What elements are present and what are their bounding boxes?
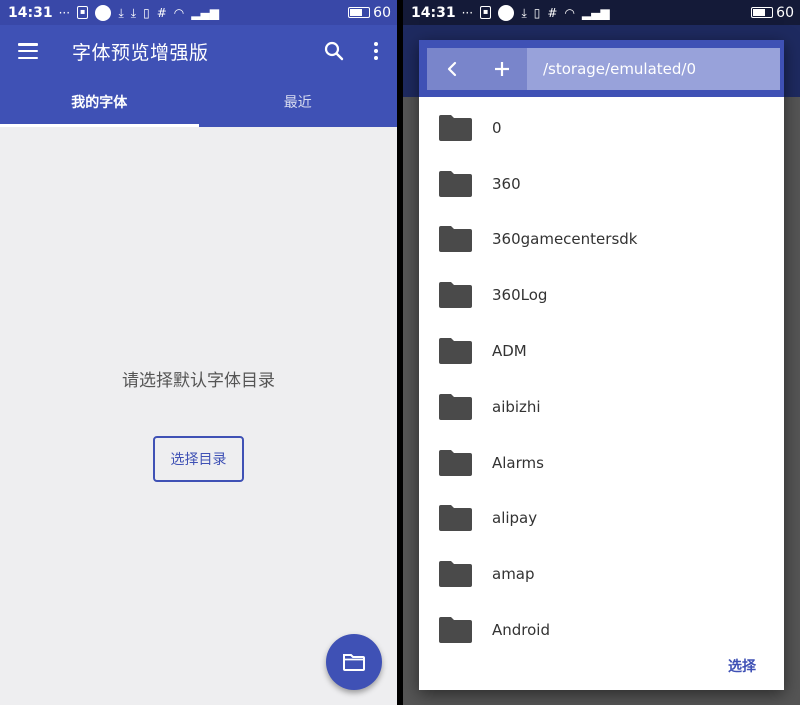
tab-label: 最近 [283, 95, 312, 111]
notification-dot-icon [498, 4, 515, 21]
app-bar: 字体预览增强版 [0, 25, 397, 77]
folder-icon [439, 561, 472, 588]
hash-icon: # [547, 5, 558, 20]
folder-item[interactable]: ADM [419, 323, 784, 379]
folder-icon [343, 654, 365, 671]
more-options-button[interactable] [355, 25, 397, 77]
folder-name: 360Log [492, 286, 548, 305]
notification-dot-icon [95, 4, 112, 21]
battery-indicator: 60 [348, 5, 391, 21]
battery-icon [751, 7, 774, 18]
download-icon: ⤓ [130, 5, 137, 20]
folder-name: 360gamecentersdk [492, 230, 638, 249]
tab-my-fonts[interactable]: 我的字体 [0, 77, 199, 127]
select-button[interactable]: 选择 [728, 656, 756, 676]
battery-level: 60 [776, 4, 794, 21]
open-folder-fab[interactable] [326, 634, 382, 690]
tab-recent[interactable]: 最近 [199, 77, 398, 127]
font-preview-screen: 14:31 ··· ▪ ⤓ ⤓ ▯ # ◠ ▂▄▆ 60 字体预览增强版 我的字… [0, 0, 397, 705]
more-notifications-icon: ··· [58, 5, 71, 20]
dialog-nav-buttons [427, 48, 527, 90]
plus-icon [495, 62, 509, 76]
folder-name: Android [492, 621, 550, 640]
status-bar: 14:31 ··· ▪ ⤓ ▯ # ◠ ▂▄▆ 60 [403, 0, 800, 25]
notification-badge-icon: ▪ [77, 6, 89, 19]
menu-button[interactable] [0, 25, 56, 77]
folder-item[interactable]: amap [419, 546, 784, 602]
signal-icon: ▂▄▆ [191, 5, 219, 20]
more-vert-icon [374, 42, 378, 60]
search-button[interactable] [313, 25, 355, 77]
dialog-toolbar: /storage/emulated/0 [427, 48, 780, 90]
current-path: /storage/emulated/0 [527, 48, 780, 90]
folder-icon [439, 170, 472, 197]
empty-state-message: 请选择默认字体目录 [122, 371, 275, 391]
folder-item[interactable]: 360Log [419, 267, 784, 323]
dialog-header: /storage/emulated/0 [419, 40, 784, 97]
folder-name: Alarms [492, 453, 544, 472]
folder-list: 0 360 360gamecentersdk 360Log ADM aibizhi Alar… [419, 100, 784, 658]
tab-bar: 我的字体 最近 [0, 77, 397, 127]
folder-name: alipay [492, 509, 538, 528]
notification-badge-icon: ▪ [480, 6, 492, 19]
more-notifications-icon: ··· [461, 5, 474, 20]
folder-icon [439, 114, 472, 141]
battery-level: 60 [373, 4, 391, 21]
vibrate-icon: ▯ [533, 5, 541, 20]
search-icon [324, 41, 344, 61]
folder-picker-dialog: /storage/emulated/0 0 360 360gamecentersdk… [419, 40, 784, 690]
status-time: 14:31 [411, 4, 456, 21]
app-title: 字体预览增强版 [72, 41, 209, 64]
folder-item[interactable]: 360gamecentersdk [419, 212, 784, 268]
new-folder-button[interactable] [477, 48, 527, 90]
folder-item[interactable]: Android [419, 602, 784, 658]
folder-icon [439, 505, 472, 532]
folder-icon [439, 226, 472, 253]
folder-name: aibizhi [492, 397, 541, 416]
folder-item[interactable]: 0 [419, 100, 784, 156]
vibrate-icon: ▯ [143, 5, 150, 20]
folder-item[interactable]: 360 [419, 156, 784, 212]
choose-directory-button[interactable]: 选择目录 [153, 436, 244, 482]
folder-name: 360 [492, 174, 521, 193]
hash-icon: # [156, 5, 167, 20]
download-icon: ⤓ [521, 5, 527, 20]
tab-label: 我的字体 [71, 95, 128, 111]
back-button[interactable] [427, 48, 477, 90]
status-time: 14:31 [8, 4, 53, 21]
folder-name: ADM [492, 342, 527, 361]
folder-item[interactable]: Alarms [419, 435, 784, 491]
status-bar: 14:31 ··· ▪ ⤓ ⤓ ▯ # ◠ ▂▄▆ 60 [0, 0, 397, 25]
folder-name: amap [492, 565, 535, 584]
folder-icon [439, 282, 472, 309]
folder-icon [439, 393, 472, 420]
folder-name: 0 [492, 118, 502, 137]
signal-icon: ▂▄▆ [581, 5, 610, 20]
dimmed-background [784, 97, 800, 705]
folder-icon [439, 449, 472, 476]
menu-icon [18, 43, 38, 59]
folder-icon [439, 338, 472, 365]
folder-picker-screen: 14:31 ··· ▪ ⤓ ▯ # ◠ ▂▄▆ 60 /storage/emul… [403, 0, 800, 705]
battery-icon [348, 7, 371, 18]
chevron-left-icon [447, 61, 457, 77]
folder-item[interactable]: aibizhi [419, 379, 784, 435]
battery-indicator: 60 [751, 5, 794, 21]
download-icon: ⤓ [118, 5, 124, 20]
status-icons: ··· ▪ ⤓ ▯ # ◠ ▂▄▆ [461, 4, 752, 21]
wifi-icon: ◠ [564, 5, 575, 20]
folder-icon [439, 617, 472, 644]
status-icons: ··· ▪ ⤓ ⤓ ▯ # ◠ ▂▄▆ [58, 4, 349, 21]
wifi-icon: ◠ [173, 5, 185, 20]
folder-item[interactable]: alipay [419, 491, 784, 547]
